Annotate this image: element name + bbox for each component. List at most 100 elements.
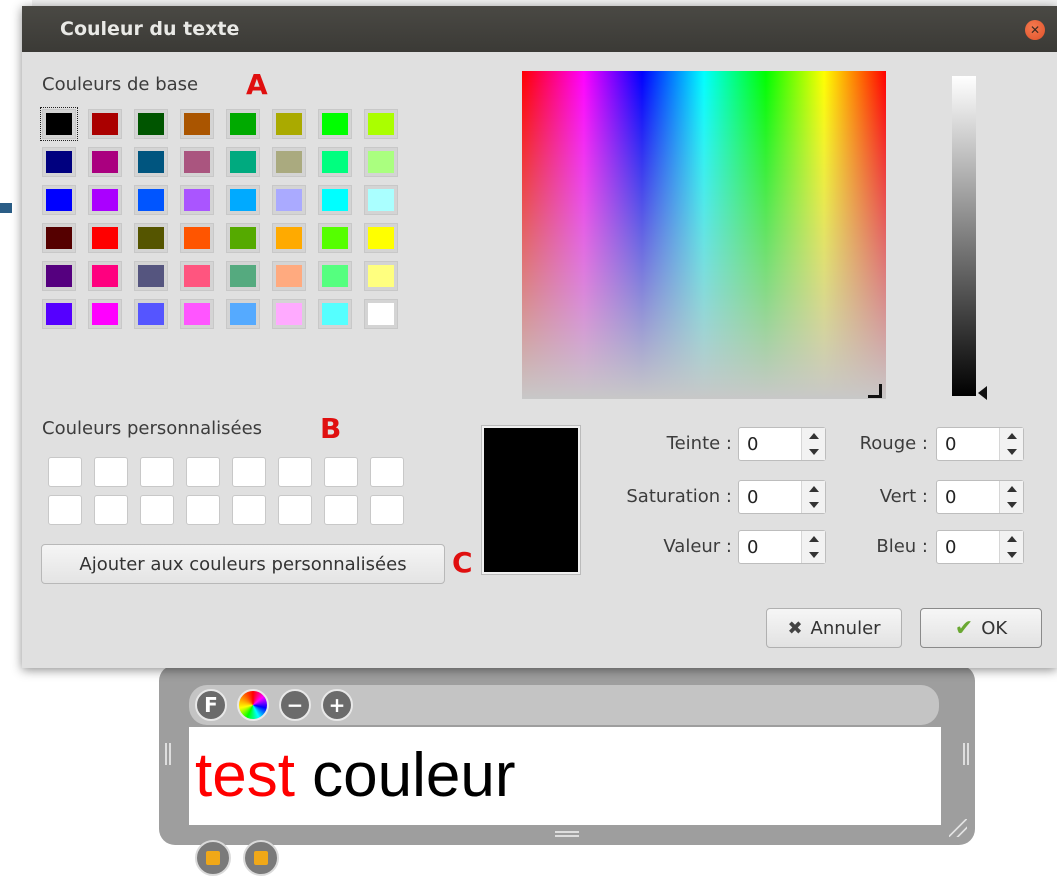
basic-color-swatch[interactable] xyxy=(364,185,398,215)
hue-spinbox[interactable] xyxy=(738,427,826,461)
custom-color-swatch[interactable] xyxy=(140,457,174,487)
increase-size-button[interactable]: + xyxy=(321,689,353,721)
green-up-icon[interactable] xyxy=(1000,481,1024,497)
basic-color-swatch[interactable] xyxy=(272,223,306,253)
basic-color-swatch[interactable] xyxy=(226,109,260,139)
blue-up-icon[interactable] xyxy=(1000,531,1024,547)
left-resize-grip-icon[interactable] xyxy=(165,743,171,765)
color-wheel-icon[interactable] xyxy=(237,689,269,721)
move-down-button[interactable] xyxy=(243,840,279,876)
basic-color-swatch[interactable] xyxy=(272,299,306,329)
basic-color-swatch[interactable] xyxy=(272,109,306,139)
basic-color-swatch[interactable] xyxy=(364,261,398,291)
custom-color-swatch[interactable] xyxy=(186,495,220,525)
basic-color-swatch[interactable] xyxy=(226,299,260,329)
basic-color-swatch[interactable] xyxy=(134,109,168,139)
basic-color-swatch[interactable] xyxy=(318,299,352,329)
right-resize-grip-icon[interactable] xyxy=(963,743,969,765)
custom-color-swatch[interactable] xyxy=(186,457,220,487)
basic-color-swatch[interactable] xyxy=(134,299,168,329)
basic-color-swatch[interactable] xyxy=(226,185,260,215)
basic-color-swatch[interactable] xyxy=(88,299,122,329)
red-down-icon[interactable] xyxy=(1000,444,1024,460)
saturation-spinbox[interactable] xyxy=(738,480,826,514)
basic-color-swatch[interactable] xyxy=(40,107,78,141)
red-spinbox[interactable] xyxy=(936,427,1024,461)
add-custom-color-button[interactable]: Ajouter aux couleurs personnalisées xyxy=(41,544,445,584)
basic-color-swatch[interactable] xyxy=(364,299,398,329)
basic-color-swatch[interactable] xyxy=(318,185,352,215)
custom-color-swatch[interactable] xyxy=(48,495,82,525)
custom-color-swatch[interactable] xyxy=(324,495,358,525)
custom-color-swatch[interactable] xyxy=(140,495,174,525)
green-spinbox[interactable] xyxy=(936,480,1024,514)
basic-color-swatch[interactable] xyxy=(180,185,214,215)
basic-color-swatch[interactable] xyxy=(318,223,352,253)
custom-color-swatch[interactable] xyxy=(94,457,128,487)
saturation-input[interactable] xyxy=(739,481,801,513)
basic-color-swatch[interactable] xyxy=(88,147,122,177)
basic-color-swatch[interactable] xyxy=(226,261,260,291)
hue-saturation-picker[interactable] xyxy=(522,71,886,399)
close-icon[interactable]: ✕ xyxy=(1025,20,1045,40)
basic-color-swatch[interactable] xyxy=(88,185,122,215)
move-up-button[interactable] xyxy=(195,840,231,876)
custom-color-swatch[interactable] xyxy=(278,457,312,487)
basic-color-swatch[interactable] xyxy=(364,223,398,253)
basic-color-swatch[interactable] xyxy=(88,109,122,139)
green-down-icon[interactable] xyxy=(1000,497,1024,513)
basic-color-swatch[interactable] xyxy=(180,223,214,253)
decrease-size-button[interactable]: − xyxy=(279,689,311,721)
basic-color-swatch[interactable] xyxy=(364,109,398,139)
hue-input[interactable] xyxy=(739,428,801,460)
basic-color-swatch[interactable] xyxy=(226,147,260,177)
custom-color-swatch[interactable] xyxy=(370,457,404,487)
ok-button[interactable]: ✔ OK xyxy=(920,608,1042,648)
basic-color-swatch[interactable] xyxy=(272,185,306,215)
basic-color-swatch[interactable] xyxy=(180,147,214,177)
red-input[interactable] xyxy=(937,428,999,460)
red-up-icon[interactable] xyxy=(1000,428,1024,444)
basic-color-swatch[interactable] xyxy=(180,299,214,329)
bottom-resize-grip-icon[interactable] xyxy=(555,831,579,837)
custom-color-swatch[interactable] xyxy=(232,457,266,487)
custom-color-swatch[interactable] xyxy=(278,495,312,525)
basic-color-swatch[interactable] xyxy=(318,147,352,177)
custom-color-swatch[interactable] xyxy=(370,495,404,525)
basic-color-swatch[interactable] xyxy=(364,147,398,177)
basic-color-swatch[interactable] xyxy=(42,185,76,215)
basic-color-swatch[interactable] xyxy=(42,261,76,291)
corner-resize-icon[interactable] xyxy=(949,819,967,837)
basic-color-swatch[interactable] xyxy=(180,109,214,139)
dialog-titlebar[interactable]: Couleur du texte ✕ xyxy=(22,6,1057,52)
basic-color-swatch[interactable] xyxy=(88,223,122,253)
green-input[interactable] xyxy=(937,481,999,513)
basic-color-swatch[interactable] xyxy=(134,223,168,253)
basic-color-swatch[interactable] xyxy=(318,109,352,139)
basic-color-swatch[interactable] xyxy=(134,261,168,291)
custom-color-swatch[interactable] xyxy=(48,457,82,487)
custom-color-swatch[interactable] xyxy=(324,457,358,487)
cancel-button[interactable]: ✖ Annuler xyxy=(766,608,902,648)
blue-spinbox[interactable] xyxy=(936,530,1024,564)
value-spinbox[interactable] xyxy=(738,530,826,564)
custom-color-swatch[interactable] xyxy=(232,495,266,525)
font-button[interactable]: F xyxy=(195,689,227,721)
value-input[interactable] xyxy=(739,531,801,563)
basic-color-swatch[interactable] xyxy=(88,261,122,291)
basic-color-swatch[interactable] xyxy=(272,261,306,291)
basic-color-swatch[interactable] xyxy=(42,299,76,329)
basic-color-swatch[interactable] xyxy=(226,223,260,253)
blue-input[interactable] xyxy=(937,531,999,563)
value-slider[interactable] xyxy=(952,76,976,396)
basic-color-swatch[interactable] xyxy=(180,261,214,291)
basic-color-swatch[interactable] xyxy=(42,147,76,177)
basic-color-swatch[interactable] xyxy=(42,223,76,253)
value-slider-arrow-icon[interactable] xyxy=(978,386,987,400)
basic-color-swatch[interactable] xyxy=(272,147,306,177)
basic-color-swatch[interactable] xyxy=(134,185,168,215)
custom-color-swatch[interactable] xyxy=(94,495,128,525)
editor-text-area[interactable]: test couleur xyxy=(189,727,941,825)
blue-down-icon[interactable] xyxy=(1000,547,1024,563)
basic-color-swatch[interactable] xyxy=(134,147,168,177)
